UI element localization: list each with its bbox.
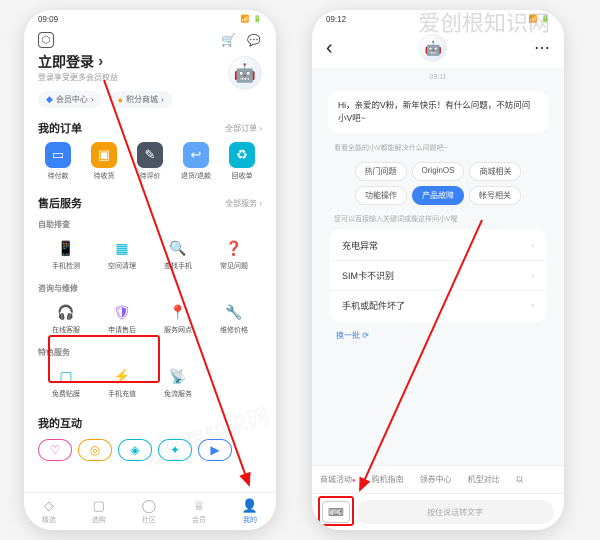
nav-featured[interactable]: ◇精选 <box>42 498 56 525</box>
status-icons: 📶🔋 <box>241 15 262 23</box>
helper-text-2: 您可以直接输入关键词或像这样问小V喔 <box>322 208 554 227</box>
interact-5[interactable]: ▶ <box>198 439 232 461</box>
qa-sim[interactable]: SIM卡不识别 <box>330 261 546 291</box>
interact-title: 我的互动 <box>38 415 82 431</box>
nav-shop[interactable]: ▢选购 <box>92 498 106 525</box>
order-pending-review[interactable]: ✎待评价 <box>130 142 170 181</box>
chip-originos[interactable]: OriginOS <box>412 162 465 181</box>
chip-account[interactable]: 帐号相关 <box>469 186 521 205</box>
member-center-pill[interactable]: ◆会员中心 › <box>38 91 102 108</box>
greeting-bubble: Hi，亲爱的V粉，新年快乐！有什么问题，不妨问问小V吧~ <box>328 91 548 133</box>
refresh-link[interactable]: 换一批 <box>322 324 554 347</box>
top-bar <box>24 28 276 50</box>
chip-product-fault[interactable]: 产品故障 <box>412 186 464 205</box>
interact-2[interactable]: ◎ <box>78 439 112 461</box>
clock: 09:12 <box>326 15 346 24</box>
btab-coupon[interactable]: 领券中心 <box>412 474 460 485</box>
chip-mall[interactable]: 商城相关 <box>469 162 521 181</box>
recharge[interactable]: ⚡手机充值 <box>94 362 150 403</box>
interact-3[interactable]: ◈ <box>118 439 152 461</box>
selfcheck-title: 自助排查 <box>24 215 276 232</box>
bot-avatar[interactable] <box>419 34 447 62</box>
more-icon[interactable] <box>534 38 550 58</box>
btab-activity[interactable]: 商城活动● <box>312 474 364 485</box>
free-data[interactable]: 📡免流服务 <box>150 362 206 403</box>
orders-title: 我的订单 <box>38 120 82 136</box>
order-refund[interactable]: ↩退货/退款 <box>176 142 216 181</box>
qa-broken[interactable]: 手机或配件坏了 <box>330 291 546 320</box>
timestamp: 09:11 <box>322 68 554 87</box>
chip-function[interactable]: 功能操作 <box>355 186 407 205</box>
aftersale-title: 售后服务 <box>38 195 82 211</box>
repair-price[interactable]: 🔧维修价格 <box>206 298 262 339</box>
order-pending-ship[interactable]: ▣待收货 <box>84 142 124 181</box>
keyboard-toggle-icon[interactable]: ⌨ <box>322 501 350 523</box>
interact-1[interactable]: ♡ <box>38 439 72 461</box>
special-title: 特色服务 <box>24 343 276 360</box>
self-find-phone[interactable]: 🔍查找手机 <box>150 234 206 275</box>
service-points[interactable]: 📍服务网点 <box>150 298 206 339</box>
btab-compare[interactable]: 机型对比 <box>460 474 508 485</box>
status-icons: 📶🔋 <box>529 15 550 23</box>
orders-more[interactable]: 全部订单 › <box>225 123 262 134</box>
bottom-tabs: 商城活动● 购机指南 领券中心 机型对比 以 <box>312 465 564 493</box>
points-mall-pill[interactable]: ●积分商城 › <box>110 91 172 108</box>
order-pending-pay[interactable]: ▭待付款 <box>38 142 78 181</box>
chip-hot[interactable]: 热门问题 <box>355 162 407 181</box>
phone-right: 09:12 📶🔋 09:11 Hi，亲爱的V粉，新年快乐！有什么问题，不妨问问小… <box>312 10 564 530</box>
free-film[interactable]: ▢免费贴膜 <box>38 362 94 403</box>
btab-guide[interactable]: 购机指南 <box>364 474 412 485</box>
self-faq[interactable]: ❓常见问题 <box>206 234 262 275</box>
helper-text: 看看全能的小V都能解决什么问题吧~ <box>322 137 554 156</box>
self-phone-check[interactable]: 📱手机检测 <box>38 234 94 275</box>
order-recycle[interactable]: ♻回收单 <box>222 142 262 181</box>
online-service[interactable]: 🎧在线客服 <box>38 298 94 339</box>
aftersale-more[interactable]: 全部服务 › <box>225 198 262 209</box>
apply-aftersale[interactable]: 🛡申请售后 <box>94 298 150 339</box>
voice-input[interactable]: 按住说话转文字 <box>356 500 554 524</box>
nav-mine[interactable]: 👤我的 <box>242 498 258 525</box>
status-bar: 09:09 📶🔋 <box>24 10 276 28</box>
settings-icon[interactable] <box>38 32 54 48</box>
qa-charging[interactable]: 充电异常 <box>330 231 546 261</box>
interact-4[interactable]: ✦ <box>158 439 192 461</box>
message-icon[interactable] <box>246 32 262 48</box>
clock: 09:09 <box>38 15 58 24</box>
nav-community[interactable]: ◯社区 <box>142 498 157 525</box>
back-button[interactable] <box>326 37 333 60</box>
phone-left: 09:09 📶🔋 立即登录 登录享受更多会员权益 ◆会员中心 › ●积分商城 ›… <box>24 10 276 530</box>
consult-title: 咨询与维修 <box>24 279 276 296</box>
btab-more[interactable]: 以 <box>508 474 532 485</box>
nav-member[interactable]: ♕会员 <box>192 498 206 525</box>
avatar[interactable] <box>228 56 262 90</box>
cart-icon[interactable] <box>221 33 236 47</box>
bottom-nav: ◇精选 ▢选购 ◯社区 ♕会员 👤我的 <box>24 492 276 530</box>
self-space-clean[interactable]: ▦空间清理 <box>94 234 150 275</box>
status-bar: 09:12 📶🔋 <box>312 10 564 28</box>
